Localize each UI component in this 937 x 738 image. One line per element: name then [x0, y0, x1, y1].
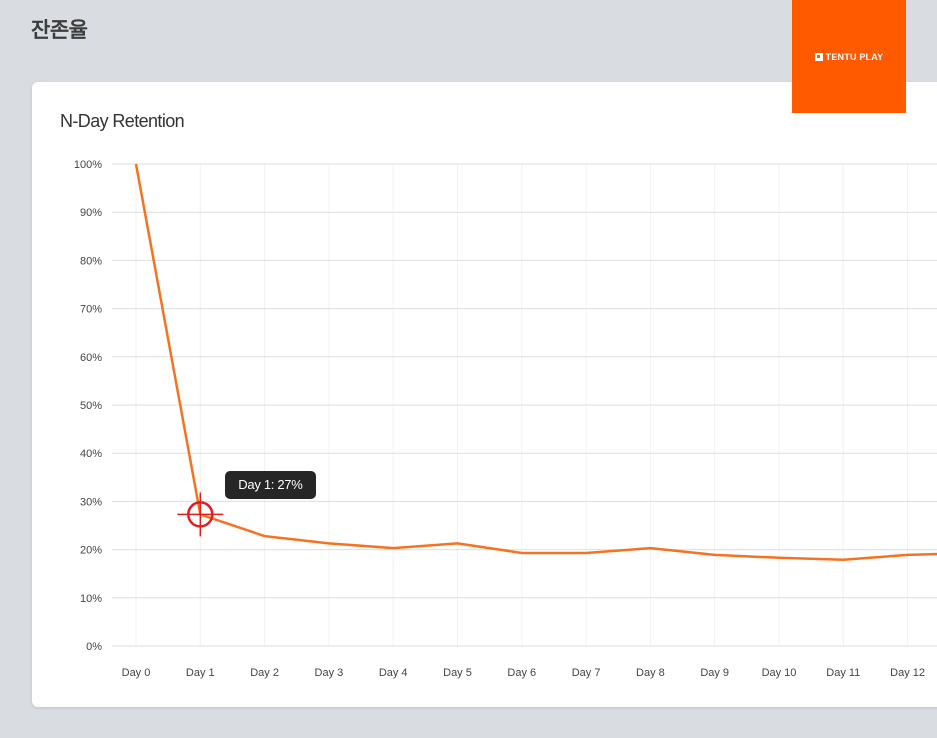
x-tick-label: Day 12	[890, 667, 925, 679]
y-tick-label: 40%	[80, 448, 102, 460]
data-point[interactable]	[711, 551, 719, 559]
x-tick-label: Day 8	[636, 667, 665, 679]
retention-series-line	[134, 163, 937, 561]
x-tick-label: Day 6	[507, 667, 536, 679]
x-tick-label: Day 1	[186, 667, 215, 679]
y-tick-label: 20%	[80, 545, 102, 557]
retention-line-chart[interactable]: 0% 10% 20% 30% 40% 50% 60% 70% 80% 90% 100% Day 0 Da…	[32, 82, 937, 707]
y-tick-label: 10%	[80, 593, 102, 605]
data-point[interactable]	[518, 549, 526, 557]
y-tick-label: 90%	[80, 207, 102, 219]
data-point[interactable]	[389, 544, 397, 552]
x-tick-label: Day 4	[379, 667, 408, 679]
brand-logo: TENTU PLAY	[814, 51, 884, 62]
x-tick-label: Day 9	[700, 667, 729, 679]
x-tick-label: Day 3	[315, 667, 344, 679]
x-tick-label: Day 10	[762, 667, 797, 679]
data-point[interactable]	[261, 532, 269, 540]
x-tick-label: Day 5	[443, 667, 472, 679]
y-tick-label: 70%	[80, 304, 102, 316]
data-point[interactable]	[839, 556, 847, 564]
data-point[interactable]	[582, 549, 590, 557]
brand-badge: TENTU PLAY	[792, 0, 906, 113]
data-point[interactable]	[904, 551, 912, 559]
retention-chart-card: N-Day Retention 0% 10% 20% 30% 40% 50% 60% 70% 8…	[32, 82, 937, 707]
x-tick-label: Day 11	[826, 667, 860, 679]
y-tick-label: 50%	[80, 400, 102, 412]
x-tick-label: Day 0	[122, 667, 151, 679]
y-tick-label: 60%	[80, 352, 102, 364]
x-tick-label: Day 2	[250, 667, 279, 679]
y-tick-label: 80%	[80, 255, 102, 267]
y-tick-label: 0%	[86, 641, 102, 653]
data-point[interactable]	[454, 539, 462, 547]
brand-logo-icon	[814, 52, 823, 61]
x-tick-label: Day 7	[572, 667, 601, 679]
page-title: 잔존율	[31, 19, 88, 42]
y-tick-label: 100%	[74, 159, 102, 171]
data-point[interactable]	[325, 539, 333, 547]
chart-tooltip: Day 1: 27%	[225, 471, 316, 500]
y-tick-label: 30%	[80, 496, 102, 508]
data-point[interactable]	[646, 544, 654, 552]
data-point[interactable]	[775, 554, 783, 562]
brand-name: TENTU PLAY	[825, 51, 884, 62]
data-point[interactable]	[132, 160, 140, 168]
